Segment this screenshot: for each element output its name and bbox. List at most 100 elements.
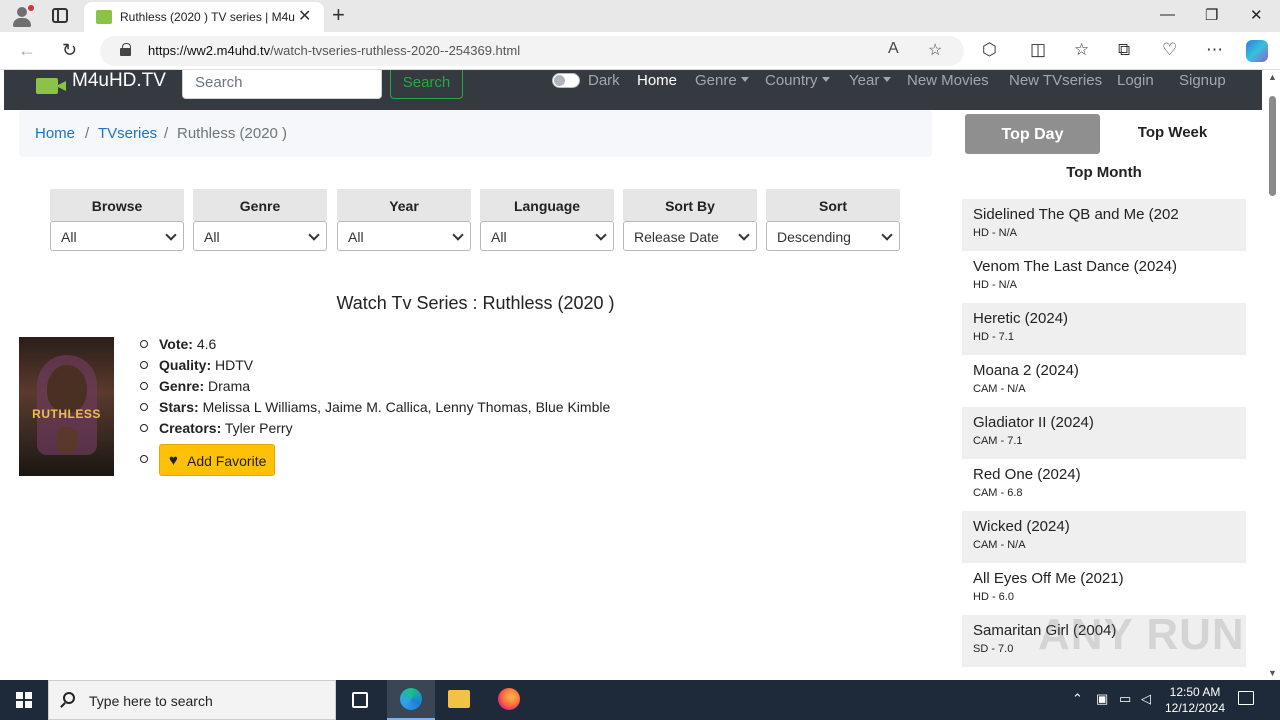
nav-new-tvseries[interactable]: New TVseries	[1009, 72, 1102, 89]
extensions-icon[interactable]: ⬡	[982, 40, 997, 60]
read-aloud-icon[interactable]: A	[888, 40, 899, 58]
list-item[interactable]: Sidelined The QB and Me (202 HD - N/A	[962, 199, 1246, 251]
chevron-down-icon	[740, 77, 749, 82]
show-hidden-icons-icon[interactable]: ⌃	[1072, 691, 1083, 707]
filter-language: Language All	[480, 189, 614, 251]
tab-actions-icon[interactable]	[52, 8, 68, 23]
breadcrumb-current: Ruthless (2020 )	[177, 125, 288, 142]
scroll-up-icon[interactable]: ▲	[1268, 72, 1277, 82]
tab-top-week[interactable]: Top Week	[1105, 124, 1240, 141]
nav-home[interactable]: Home	[637, 72, 677, 89]
list-item[interactable]: Venom The Last Dance (2024) HD - N/A	[962, 251, 1246, 303]
dark-mode-toggle[interactable]	[552, 73, 580, 88]
device-icon[interactable]: ▣	[1096, 691, 1108, 707]
search-icon	[63, 692, 75, 704]
browser-essentials-icon[interactable]: ♡	[1162, 40, 1177, 60]
network-icon[interactable]: ▭	[1119, 691, 1131, 707]
windows-taskbar: Type here to search ⌃ ▣ ▭ ◁ 12:50 AM 12/…	[0, 680, 1280, 720]
poster-image[interactable]: RUTHLESS	[19, 337, 114, 476]
more-menu-icon[interactable]: ⋯	[1206, 40, 1223, 60]
taskbar-file-explorer[interactable]	[435, 680, 483, 720]
clock-date: 12/12/2024	[1164, 701, 1226, 715]
detail-genre: Genre: Drama	[140, 378, 610, 399]
refresh-icon[interactable]: ↻	[62, 40, 77, 61]
notification-icon[interactable]	[1238, 691, 1254, 705]
chevron-down-icon	[883, 77, 892, 82]
new-tab-icon[interactable]: +	[332, 2, 345, 28]
close-window-icon[interactable]: ✕	[1250, 6, 1263, 24]
detail-stars: Stars: Melissa L Williams, Jaime M. Call…	[140, 399, 610, 420]
copilot-icon[interactable]	[1246, 40, 1268, 62]
tab-top-day[interactable]: Top Day	[965, 114, 1100, 154]
list-item[interactable]: All Eyes Off Me (2021) HD - 6.0	[962, 563, 1246, 615]
poster-title: RUTHLESS	[32, 407, 101, 421]
taskbar-search[interactable]: Type here to search	[48, 680, 336, 720]
browser-tab[interactable]: Ruthless (2020 ) TV series | M4uH ✕	[84, 2, 324, 32]
page-scrollbar[interactable]: ▲ ▼	[1266, 72, 1278, 678]
filter-label: Sort	[766, 189, 900, 221]
scrollbar-thumb[interactable]	[1269, 96, 1276, 196]
list-item[interactable]: Gladiator II (2024) CAM - 7.1	[962, 407, 1246, 459]
add-favorite-button[interactable]: ♥ Add Favorite	[159, 444, 275, 476]
address-bar-row: ← ↻ https://ww2.m4uhd.tv/watch-tvseries-…	[0, 32, 1280, 70]
sort-by-select[interactable]: Release Date	[623, 221, 757, 251]
filter-genre: Genre All	[193, 189, 327, 251]
browser-tab-bar: Ruthless (2020 ) TV series | M4uH ✕ + — …	[0, 0, 1280, 32]
restore-icon[interactable]: ❐	[1205, 6, 1218, 24]
list-item[interactable]: Wicked (2024) CAM - N/A	[962, 511, 1246, 563]
detail-vote: Vote: 4.6	[140, 336, 610, 357]
nav-login[interactable]: Login	[1117, 72, 1154, 89]
show-details-list: Vote: 4.6 Quality: HDTV Genre: Drama Sta…	[140, 336, 610, 476]
search-input[interactable]: Search	[182, 70, 382, 99]
taskbar-firefox[interactable]	[485, 680, 533, 720]
nav-country[interactable]: Country	[765, 72, 830, 89]
list-item[interactable]: Heretic (2024) HD - 7.1	[962, 303, 1246, 355]
volume-icon[interactable]: ◁	[1141, 691, 1151, 707]
search-button[interactable]: Search	[390, 70, 463, 99]
windows-start-icon[interactable]	[16, 692, 32, 708]
profile-icon[interactable]	[10, 5, 34, 27]
tab-top-month[interactable]: Top Month	[962, 164, 1246, 181]
favorites-icon[interactable]: ☆	[1074, 40, 1089, 60]
chevron-down-icon	[738, 229, 750, 241]
list-item[interactable]: Moana 2 (2024) CAM - N/A	[962, 355, 1246, 407]
breadcrumb-home[interactable]: Home	[35, 125, 75, 142]
browse-select[interactable]: All	[50, 221, 184, 251]
minimize-icon[interactable]: —	[1160, 6, 1175, 23]
nav-new-movies[interactable]: New Movies	[907, 72, 989, 89]
year-select[interactable]: All	[337, 221, 471, 251]
filter-label: Browse	[50, 189, 184, 221]
nav-genre[interactable]: Genre	[695, 72, 749, 89]
language-select[interactable]: All	[480, 221, 614, 251]
lock-icon[interactable]	[120, 43, 131, 56]
url-text: https://ww2.m4uhd.tv/watch-tvseries-ruth…	[148, 43, 521, 58]
breadcrumb-tvseries[interactable]: TVseries	[98, 125, 157, 142]
filter-label: Language	[480, 189, 614, 221]
breadcrumb: Home / TVseries / Ruthless (2020 )	[19, 110, 932, 157]
scroll-down-icon[interactable]: ▼	[1268, 668, 1277, 678]
clock-time: 12:50 AM	[1169, 685, 1221, 699]
back-icon[interactable]: ←	[18, 40, 36, 61]
url-field[interactable]: https://ww2.m4uhd.tv/watch-tvseries-ruth…	[100, 36, 964, 66]
sort-select[interactable]: Descending	[766, 221, 900, 251]
task-view-icon[interactable]	[352, 692, 368, 708]
genre-select[interactable]: All	[193, 221, 327, 251]
collections-icon[interactable]: ⧉	[1118, 40, 1130, 60]
camera-logo-icon[interactable]	[36, 72, 68, 94]
split-screen-icon[interactable]: ◫	[1030, 40, 1046, 60]
chevron-down-icon	[821, 77, 830, 82]
nav-year[interactable]: Year	[849, 72, 892, 89]
favorite-star-icon[interactable]: ☆	[928, 40, 942, 60]
filter-sort: Sort Descending	[766, 189, 900, 251]
site-logo[interactable]: M4uHD.TV	[72, 70, 166, 92]
detail-creators: Creators: Tyler Perry	[140, 420, 610, 441]
list-item[interactable]: Red One (2024) CAM - 6.8	[962, 459, 1246, 511]
close-tab-icon[interactable]: ✕	[298, 6, 311, 26]
nav-signup[interactable]: Signup	[1179, 72, 1226, 89]
chevron-down-icon	[881, 229, 893, 241]
filter-label: Year	[337, 189, 471, 221]
site-favicon-icon	[96, 10, 112, 24]
page-title: Watch Tv Series : Ruthless (2020 )	[336, 293, 615, 313]
taskbar-edge[interactable]	[387, 680, 435, 720]
taskbar-clock[interactable]: 12:50 AM 12/12/2024	[1160, 684, 1230, 716]
